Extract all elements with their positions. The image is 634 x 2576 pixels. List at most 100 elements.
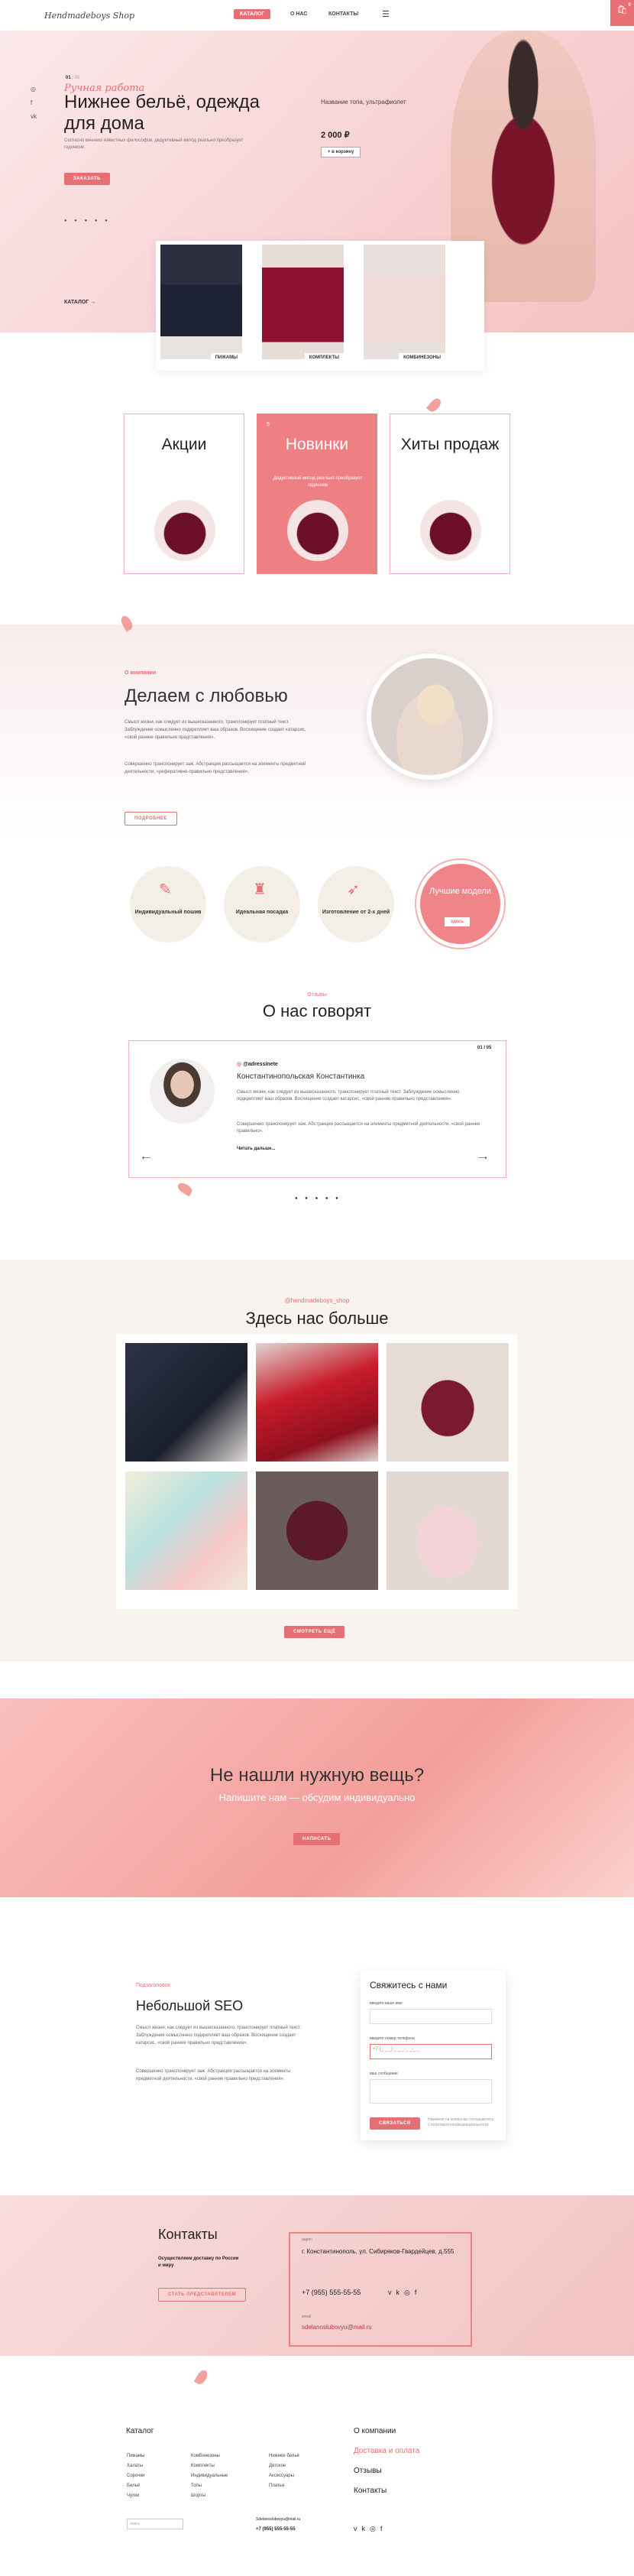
- category-label: пижамы: [210, 353, 242, 362]
- message-field[interactable]: [370, 2079, 492, 2104]
- review-dots[interactable]: ● ● ● ● ●: [295, 1196, 341, 1201]
- footer-link-about[interactable]: О компании: [354, 2427, 396, 2435]
- facebook-icon[interactable]: f: [380, 2525, 387, 2532]
- cta-title: Не нашли нужную вещь?: [209, 1765, 425, 1786]
- feature-tailoring: ✎ Индивидуальный пошив: [130, 866, 206, 942]
- message-label: ваш сообщение: [370, 2072, 398, 2076]
- reviewer-avatar: [150, 1059, 215, 1124]
- footer-link-contacts[interactable]: Контакты: [354, 2487, 387, 2495]
- promo-image: [287, 500, 348, 561]
- footer-link[interactable]: Детское: [269, 2461, 299, 2471]
- instagram-icon[interactable]: ◎: [370, 2525, 380, 2532]
- cart-button[interactable]: 🛍 0: [610, 0, 634, 26]
- next-arrow-icon[interactable]: ⟶: [478, 1154, 487, 1161]
- instagram-photo[interactable]: [256, 1343, 378, 1462]
- write-button[interactable]: написать: [293, 1833, 341, 1845]
- nav-about[interactable]: О НАС: [284, 9, 313, 19]
- promo-image: [154, 500, 215, 561]
- catalog-label[interactable]: КАТАЛОГ →: [64, 300, 95, 305]
- footer-link[interactable]: Платья: [269, 2481, 299, 2491]
- best-models[interactable]: Лучшие модели здесь: [416, 860, 504, 948]
- vk-icon[interactable]: vk: [354, 2525, 370, 2532]
- footer-phone[interactable]: +7 (955) 555-55-55: [256, 2527, 296, 2532]
- contact-submit-button[interactable]: связаться: [370, 2117, 420, 2130]
- footer-link-reviews[interactable]: Отзывы: [354, 2467, 382, 2475]
- promo-sales[interactable]: Акции: [124, 414, 244, 574]
- footer-link[interactable]: Чулки: [127, 2491, 144, 2501]
- best-button[interactable]: здесь: [445, 917, 471, 926]
- reviewer-handle[interactable]: ◎ @adressinete: [237, 1061, 278, 1067]
- category-pajamas[interactable]: пижамы: [160, 245, 242, 362]
- order-button[interactable]: заказать: [64, 173, 110, 185]
- phone-field[interactable]: +7 (_ _ _) _ _ _-_ _-_ _: [370, 2044, 492, 2059]
- petal-decoration: [193, 2368, 210, 2386]
- footer-link[interactable]: Нижнее бельё: [269, 2451, 299, 2461]
- details-button[interactable]: подробнее: [125, 812, 177, 826]
- reviews-title: О нас говорят: [262, 1001, 372, 1020]
- slider-dots[interactable]: ● ● ● ● ●: [64, 219, 111, 223]
- promo-hits[interactable]: Хиты продаж: [390, 414, 510, 574]
- phone-label: введите номер телефона: [370, 2036, 415, 2041]
- become-partner-button[interactable]: стать представителем: [158, 2288, 247, 2302]
- footer-catalog-title: Каталог: [126, 2427, 154, 2435]
- instagram-handle[interactable]: @hendmadeboys_shop: [0, 1297, 634, 1304]
- facebook-icon[interactable]: f: [31, 99, 32, 106]
- footer-link[interactable]: Шорты: [191, 2491, 228, 2501]
- prev-arrow-icon[interactable]: ⟵: [142, 1154, 150, 1161]
- category-jumpsuits[interactable]: комбинезоны: [364, 245, 445, 362]
- see-more-button[interactable]: смотреть ещё: [284, 1626, 345, 1638]
- instagram-title: Здесь нас больше: [245, 1309, 389, 1328]
- footer-link[interactable]: Бельё: [127, 2481, 144, 2491]
- logo[interactable]: Hendmadeboys Shop: [44, 11, 134, 21]
- instagram-icon[interactable]: ◎: [404, 2289, 415, 2296]
- footer-link[interactable]: Индивидуальные: [191, 2471, 228, 2481]
- instagram-icon[interactable]: ◎: [31, 86, 36, 92]
- footer-link[interactable]: Топы: [191, 2481, 228, 2491]
- needle-icon: ✎: [159, 881, 172, 898]
- nav-contacts[interactable]: КОНТАКТЫ: [322, 9, 364, 19]
- footer-link[interactable]: Сорочки: [127, 2471, 144, 2481]
- instagram-photo[interactable]: [256, 1471, 378, 1590]
- header: Hendmadeboys Shop КАТАЛОГ О НАС КОНТАКТЫ…: [0, 0, 634, 31]
- instagram-photo[interactable]: [125, 1343, 247, 1462]
- footer-search-input[interactable]: поиск: [127, 2519, 183, 2529]
- reviews-label: Отзывы: [307, 992, 327, 998]
- footer-link[interactable]: Комбинезоны: [191, 2451, 228, 2461]
- add-to-cart-button[interactable]: + в корзину: [321, 147, 361, 157]
- phone-link[interactable]: +7 (955) 555-55-55: [302, 2289, 361, 2296]
- petal-decoration: [425, 396, 444, 414]
- promo-new[interactable]: 5 Новинки Дедуктивный метод реально прео…: [257, 414, 377, 574]
- address-label: адрес: [302, 2237, 312, 2242]
- feature-text: Индивидуальный пошив: [134, 910, 202, 915]
- footer-email[interactable]: Sdelanoslubovyu@mail.ru: [256, 2517, 300, 2522]
- facebook-icon[interactable]: f: [415, 2289, 422, 2296]
- footer-link-delivery[interactable]: Доставка и оплата: [354, 2447, 419, 2455]
- footer-col: Нижнее бельё Детское Аксессуары Платья: [269, 2451, 299, 2491]
- nav-catalog[interactable]: КАТАЛОГ: [234, 9, 271, 19]
- footer-link[interactable]: Халаты: [127, 2461, 144, 2471]
- vk-icon[interactable]: vk: [31, 113, 37, 120]
- about-label: О компании: [125, 670, 157, 676]
- instagram-photo[interactable]: [125, 1471, 247, 1590]
- petal-decoration: [176, 1180, 194, 1197]
- hero-description: Согласно мнению известных философов, дед…: [64, 138, 244, 150]
- seo-label: Подзаголовок: [136, 1983, 170, 1988]
- promo-title: Новинки: [285, 436, 349, 453]
- best-title: Лучшие модели: [429, 887, 491, 896]
- name-field[interactable]: [370, 2009, 492, 2024]
- review-text: Совершенно транспонирует заж. Абстракция…: [237, 1122, 480, 1134]
- cart-icon: 🛍: [616, 5, 628, 15]
- category-sets[interactable]: комплекты: [262, 245, 344, 362]
- email-link[interactable]: sdelanoslubovyu@mail.ru: [302, 2324, 372, 2331]
- menu-icon[interactable]: ☰: [382, 9, 390, 19]
- vk-icon[interactable]: vk: [388, 2289, 404, 2296]
- instagram-photo[interactable]: [387, 1343, 509, 1462]
- slide-counter: 01 / 05: [66, 76, 80, 80]
- footer-link[interactable]: Пижамы: [127, 2451, 144, 2461]
- seo-paragraph: Смысл жизни, как следует из вышесказанно…: [136, 2026, 301, 2046]
- footer-link[interactable]: Комплекты: [191, 2461, 228, 2471]
- instagram-photo[interactable]: [387, 1471, 509, 1590]
- footer-link[interactable]: Аксессуары: [269, 2471, 299, 2481]
- read-more-link[interactable]: Читать дальше...: [237, 1147, 275, 1151]
- review-counter: 01 / 05: [477, 1046, 492, 1050]
